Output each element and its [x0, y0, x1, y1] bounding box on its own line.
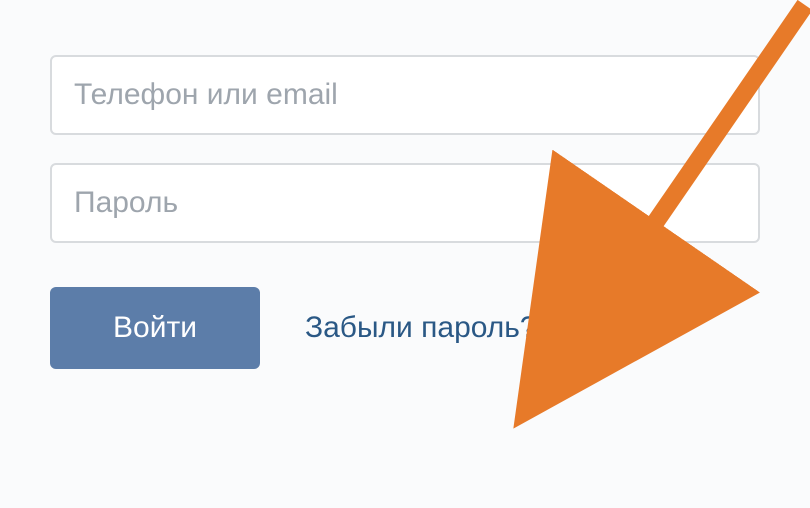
login-form: Войти Забыли пароль?	[0, 0, 810, 369]
login-actions: Войти Забыли пароль?	[50, 287, 760, 369]
username-input[interactable]	[50, 55, 760, 135]
forgot-password-link[interactable]: Забыли пароль?	[305, 311, 537, 345]
password-input[interactable]	[50, 163, 760, 243]
login-button[interactable]: Войти	[50, 287, 260, 369]
